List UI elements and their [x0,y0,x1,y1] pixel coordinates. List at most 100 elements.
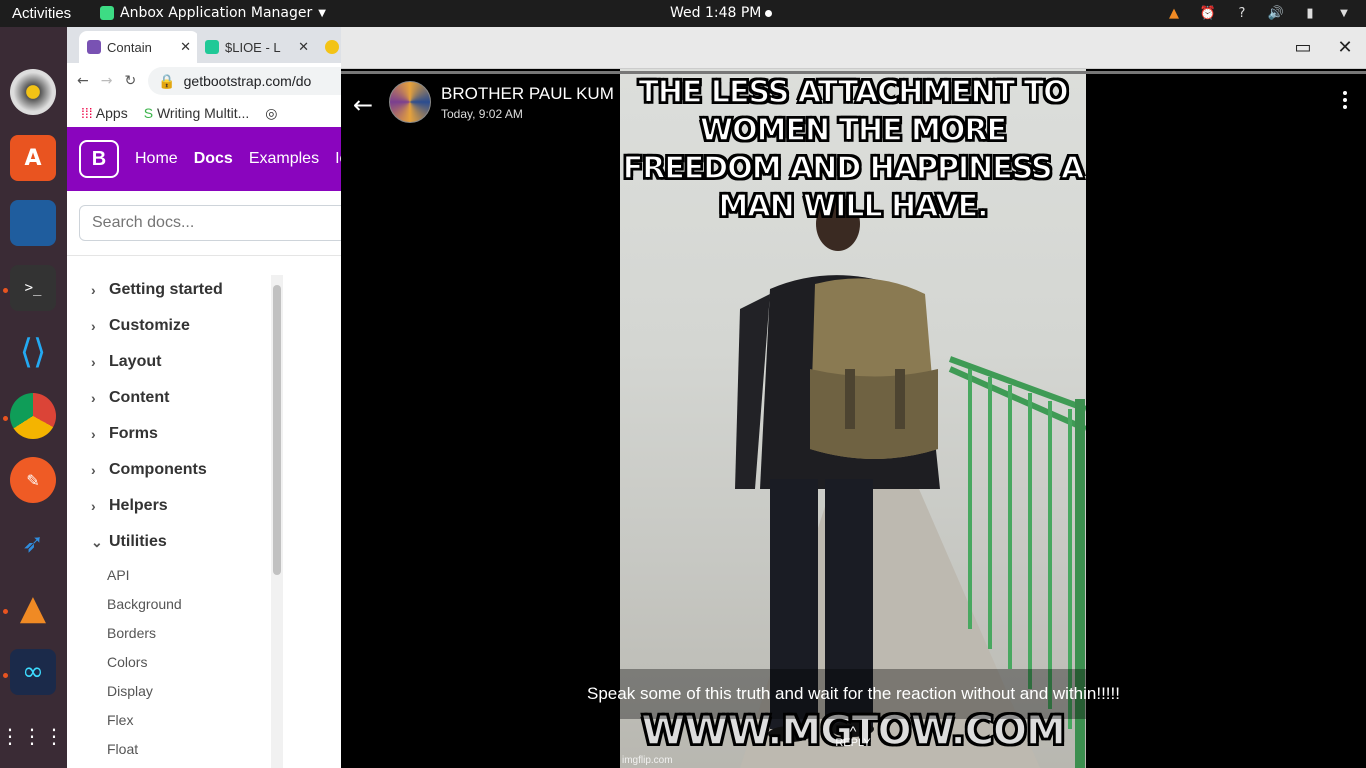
running-indicator [3,673,8,678]
postman-icon[interactable]: ✎ [10,457,56,503]
sidebar-group-components[interactable]: › Components [67,452,287,488]
story-caption: Speak some of this truth and wait for th… [587,684,1120,703]
watermark: imgflip.com [622,755,673,766]
chevron-down-icon: ▼ [318,7,326,19]
sidebar-scrollbar[interactable] [271,275,283,768]
more-options-icon[interactable] [1338,91,1352,115]
anbox-window: ▭ ✕ THE LESS ATTACHMENT TO WOMEN THE MOR… [341,27,1366,768]
sidebar-item-float[interactable]: Float [67,734,287,763]
back-icon[interactable]: ← [77,73,89,89]
reply-button[interactable]: ^ REPLY [821,723,885,749]
nav-home[interactable]: Home [135,150,178,168]
lock-icon: 🔒 [158,72,176,89]
apps-grid-icon: ⁞⁞⁞ [81,105,93,121]
sidebar-group-layout[interactable]: › Layout [67,344,287,380]
anbox-icon[interactable]: ∞ [10,649,56,695]
browser-toolbar: ← → ↻ 🔒 getbootstrap.com/do [67,63,357,99]
sidebar-item-flex[interactable]: Flex [67,705,287,734]
chevron-right-icon: › [91,354,96,370]
bookmark-writing[interactable]: S Writing Multit... [144,105,250,121]
story-image: THE LESS ATTACHMENT TO WOMEN THE MORE FR… [620,69,1086,768]
show-apps-icon[interactable]: ⋮⋮⋮ [0,713,64,759]
ubuntu-software-icon[interactable]: A [10,135,56,181]
close-icon[interactable]: ✕ [298,39,309,55]
story-progress-bar [341,71,1366,74]
chevron-up-icon: ^ [849,723,857,739]
search-bar [67,191,357,256]
volume-icon[interactable]: 🔊 [1266,3,1286,23]
reload-icon[interactable]: ↻ [124,73,136,89]
sidebar-item-background[interactable]: Background [67,589,287,618]
help-icon[interactable]: ? [1232,3,1252,23]
activities-button[interactable]: Activities [12,5,71,22]
bootstrap-favicon-icon [87,40,101,54]
system-tray: ▲ ⏰ ? 🔊 ▮ ▼ [1164,3,1354,23]
close-icon[interactable]: ✕ [180,39,191,55]
nav-examples[interactable]: Examples [249,150,319,168]
top-bar: Activities Anbox Application Manager ▼ W… [0,0,1366,27]
sidebar-group-utilities[interactable]: ⌄ Utilities [67,524,287,560]
bookmark-favicon-icon: S [143,105,154,121]
notification-dot [765,9,773,17]
tab-strip: Contain ✕ $LIOE - L ✕ [67,27,357,63]
docs-sidebar: › Getting started › Customize › Layout › Con… [67,272,287,763]
search-docs-input[interactable] [79,205,357,241]
dock: A >_ ⟨⟩ ✎ ➶ ▲ ∞ ⋮⋮⋮ [0,27,67,768]
running-indicator [3,609,8,614]
chrome-window: Contain ✕ $LIOE - L ✕ ← → ↻ 🔒 getbootstr… [67,27,357,768]
terminal-icon[interactable]: >_ [10,265,56,311]
maximize-icon[interactable]: ▭ [1291,35,1315,59]
tab-label: Contain [107,39,152,55]
app-menu[interactable]: Anbox Application Manager ▼ [100,5,326,21]
scrollbar-thumb[interactable] [273,285,281,575]
tab-bootstrap[interactable]: Contain ✕ [79,31,199,63]
battery-icon[interactable]: ▮ [1300,3,1320,23]
bookmarks-bar: ⁞⁞⁞ Apps S Writing Multit... ◎ [67,99,357,127]
chevron-right-icon: › [91,462,96,478]
chevron-right-icon: › [91,390,96,406]
contact-name: BROTHER PAUL KUM [441,84,614,103]
bookmark-apps[interactable]: ⁞⁞⁞ Apps [81,105,128,121]
globe-icon[interactable]: ◎ [265,105,277,122]
site-favicon-icon [205,40,219,54]
chrome-icon[interactable] [10,393,56,439]
forward-icon[interactable]: → [101,73,113,89]
sidebar-group-helpers[interactable]: › Helpers [67,488,287,524]
address-bar[interactable]: 🔒 getbootstrap.com/do [148,67,357,95]
anbox-titlebar[interactable]: ▭ ✕ [341,27,1366,69]
bootstrap-navbar: B Home Docs Examples Ic [67,127,357,191]
sidebar-group-content[interactable]: › Content [67,380,287,416]
anbox-app-icon [100,6,114,20]
chevron-down-icon: ⌄ [91,533,103,550]
vlc-icon[interactable]: ▲ [1164,3,1184,23]
bootstrap-logo[interactable]: B [79,140,119,178]
status-story-viewer[interactable]: THE LESS ATTACHMENT TO WOMEN THE MORE FR… [341,69,1366,768]
sidebar-item-display[interactable]: Display [67,676,287,705]
vlc-icon[interactable]: ▲ [10,585,56,631]
close-icon[interactable]: ✕ [1333,35,1357,59]
chevron-down-icon[interactable]: ▼ [1334,3,1354,23]
libreoffice-writer-icon[interactable] [10,200,56,246]
avatar[interactable] [389,81,431,123]
reply-label: REPLY [835,737,871,749]
vscode-icon[interactable]: ⟨⟩ [10,329,56,375]
sidebar-group-forms[interactable]: › Forms [67,416,287,452]
sidebar-item-borders[interactable]: Borders [67,618,287,647]
story-header: ← BROTHER PAUL KUM Today, 9:02 AM [341,79,1366,135]
alarm-clock-icon[interactable]: ⏰ [1198,3,1218,23]
kingfisher-icon[interactable]: ➶ [10,521,56,567]
back-arrow-icon[interactable]: ← [353,91,379,119]
sidebar-group-customize[interactable]: › Customize [67,308,287,344]
rhythmbox-icon[interactable] [10,69,56,115]
clock-label: Wed 1:48 PM [670,5,762,21]
nav-docs[interactable]: Docs [194,150,233,168]
app-menu-label: Anbox Application Manager [120,5,313,21]
clock[interactable]: Wed 1:48 PM [670,5,773,21]
sidebar-item-api[interactable]: API [67,560,287,589]
tab-lioe[interactable]: $LIOE - L ✕ [197,31,317,63]
sidebar-item-colors[interactable]: Colors [67,647,287,676]
running-indicator [3,288,8,293]
tab-label: $LIOE - L [225,39,281,55]
story-timestamp: Today, 9:02 AM [441,107,523,121]
sidebar-group-getting-started[interactable]: › Getting started [67,272,287,308]
